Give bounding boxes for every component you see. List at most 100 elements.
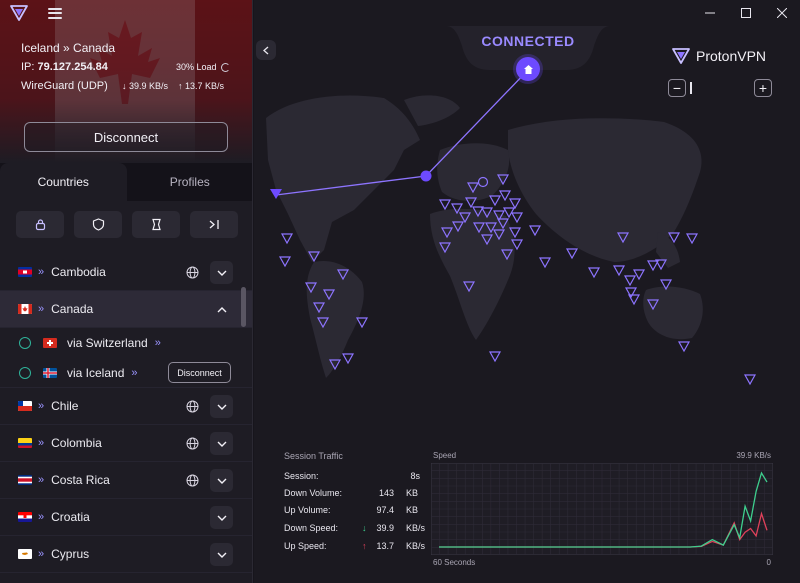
country-row-chile[interactable]: » Chile <box>0 388 252 425</box>
collapse-button[interactable] <box>210 298 233 321</box>
traffic-label: Down Volume: <box>284 488 343 498</box>
sidebar: Iceland » Canada IP: 79.127.254.84 30% L… <box>0 0 253 583</box>
traffic-value: 13.7 <box>376 541 394 551</box>
tab-profiles[interactable]: Profiles <box>126 163 252 201</box>
globe-icon <box>186 474 199 487</box>
country-row-canada[interactable]: » Canada <box>0 291 252 328</box>
minimize-button[interactable] <box>692 0 728 26</box>
globe-icon <box>186 437 199 450</box>
disconnect-button[interactable]: Disconnect <box>24 122 228 152</box>
secure-core-row-iceland[interactable]: via Iceland » Disconnect <box>0 358 252 388</box>
expand-button[interactable] <box>210 506 233 529</box>
zoom-in-button[interactable]: + <box>754 79 772 97</box>
country-name: Costa Rica <box>51 473 110 487</box>
double-chevron-icon: » <box>38 303 44 315</box>
p2p-icon <box>151 218 161 231</box>
country-row-costa-rica[interactable]: » Costa Rica <box>0 462 252 499</box>
server-disconnect-button[interactable]: Disconnect <box>168 362 231 383</box>
expand-button[interactable] <box>210 469 233 492</box>
double-chevron-icon: » <box>38 266 44 278</box>
home-icon <box>523 64 533 74</box>
country-row-cambodia[interactable]: » Cambodia <box>0 254 252 291</box>
speed-chart-title: Speed <box>433 451 457 460</box>
window-controls <box>692 0 800 26</box>
zoom-out-button[interactable]: − <box>668 79 686 97</box>
chevron-down-icon <box>217 441 226 447</box>
iceland-node[interactable] <box>420 170 432 182</box>
server-load: 30% Load <box>176 62 230 72</box>
maximize-button[interactable] <box>728 0 764 26</box>
map-panel: CONNECTED ProtonVPN − + Session Traffic … <box>254 0 800 583</box>
traffic-unit: KB <box>406 505 419 515</box>
home-location-marker[interactable] <box>516 57 540 81</box>
cyprus-flag-icon <box>18 549 32 559</box>
greenland-shape <box>404 95 460 126</box>
chevron-down-icon <box>217 552 226 558</box>
expand-button[interactable] <box>210 543 233 566</box>
connection-status: CONNECTED <box>481 33 575 49</box>
app-titlebar <box>0 0 252 26</box>
switzerland-flag-icon <box>43 338 57 348</box>
expand-button[interactable] <box>210 261 233 284</box>
chevron-down-icon <box>217 404 226 410</box>
landmass-shapes <box>266 95 703 378</box>
double-chevron-icon: » <box>154 337 161 349</box>
speed-chart-max: 39.9 KB/s <box>736 451 771 460</box>
expand-button[interactable] <box>210 432 233 455</box>
secure-core-filter-button[interactable] <box>16 211 64 238</box>
up-arrow-icon: ↑ <box>362 541 367 551</box>
collapse-sidebar-button[interactable] <box>256 40 276 60</box>
colombia-flag-icon <box>18 438 32 448</box>
country-name: Colombia <box>51 436 102 450</box>
secure-core-icon <box>35 219 45 231</box>
double-chevron-icon: » <box>38 548 44 560</box>
iceland-flag-icon <box>43 367 57 378</box>
globe-icon <box>186 266 199 279</box>
double-chevron-icon: » <box>131 366 138 379</box>
traffic-label: Session: <box>284 471 319 481</box>
country-name: Croatia <box>51 510 90 524</box>
country-row-cyprus[interactable]: » Cyprus <box>0 536 252 573</box>
connection-ip: IP: 79.127.254.84 <box>21 61 108 73</box>
shield-icon <box>92 218 104 231</box>
speed-chart-zero: 0 <box>766 558 771 567</box>
traffic-label: Down Speed: <box>284 523 339 533</box>
double-chevron-icon: » <box>38 474 44 486</box>
traffic-value: 143 <box>378 488 394 498</box>
p2p-filter-button[interactable] <box>132 211 180 238</box>
close-icon <box>777 8 787 18</box>
ip-label: IP: <box>21 61 35 73</box>
session-traffic-panel: Session Traffic Session: 8s Down Volume:… <box>254 440 800 583</box>
tor-icon <box>209 220 219 229</box>
expand-button[interactable] <box>210 395 233 418</box>
brand-name-proton: Proton <box>696 48 738 64</box>
canada-flag-icon <box>18 304 32 314</box>
country-row-colombia[interactable]: » Colombia <box>0 425 252 462</box>
chevron-left-icon <box>263 46 269 54</box>
country-list-scrollbar[interactable] <box>241 287 246 327</box>
tab-countries[interactable]: Countries <box>0 163 127 201</box>
tab-bar: Countries Profiles <box>0 163 252 201</box>
zoom-controls: − + <box>668 79 772 97</box>
zoom-level-indicator <box>690 82 692 94</box>
country-row-croatia[interactable]: » Croatia <box>0 499 252 536</box>
traffic-value: 8s <box>410 471 420 481</box>
traffic-unit: KB/s <box>406 523 426 533</box>
croatia-flag-icon <box>18 512 32 522</box>
speed-chart-window: 60 Seconds <box>433 558 476 567</box>
feature-filters <box>16 211 238 238</box>
cambodia-flag-icon <box>18 267 32 277</box>
ip-value: 79.127.254.84 <box>37 61 108 73</box>
netshield-filter-button[interactable] <box>74 211 122 238</box>
double-chevron-icon: » <box>38 437 44 449</box>
download-rate: ↓ 39.9 KB/s <box>122 81 169 91</box>
upload-rate: ↑ 13.7 KB/s <box>178 81 225 91</box>
costa-rica-flag-icon <box>18 475 32 485</box>
chevron-down-icon <box>217 515 226 521</box>
tor-filter-button[interactable] <box>190 211 238 238</box>
country-list: » Cambodia » Canada via Switzerland » vi… <box>0 254 252 573</box>
secure-core-row-switzerland[interactable]: via Switzerland » <box>0 328 252 358</box>
globe-icon <box>186 400 199 413</box>
menu-icon[interactable] <box>48 7 62 19</box>
close-button[interactable] <box>764 0 800 26</box>
